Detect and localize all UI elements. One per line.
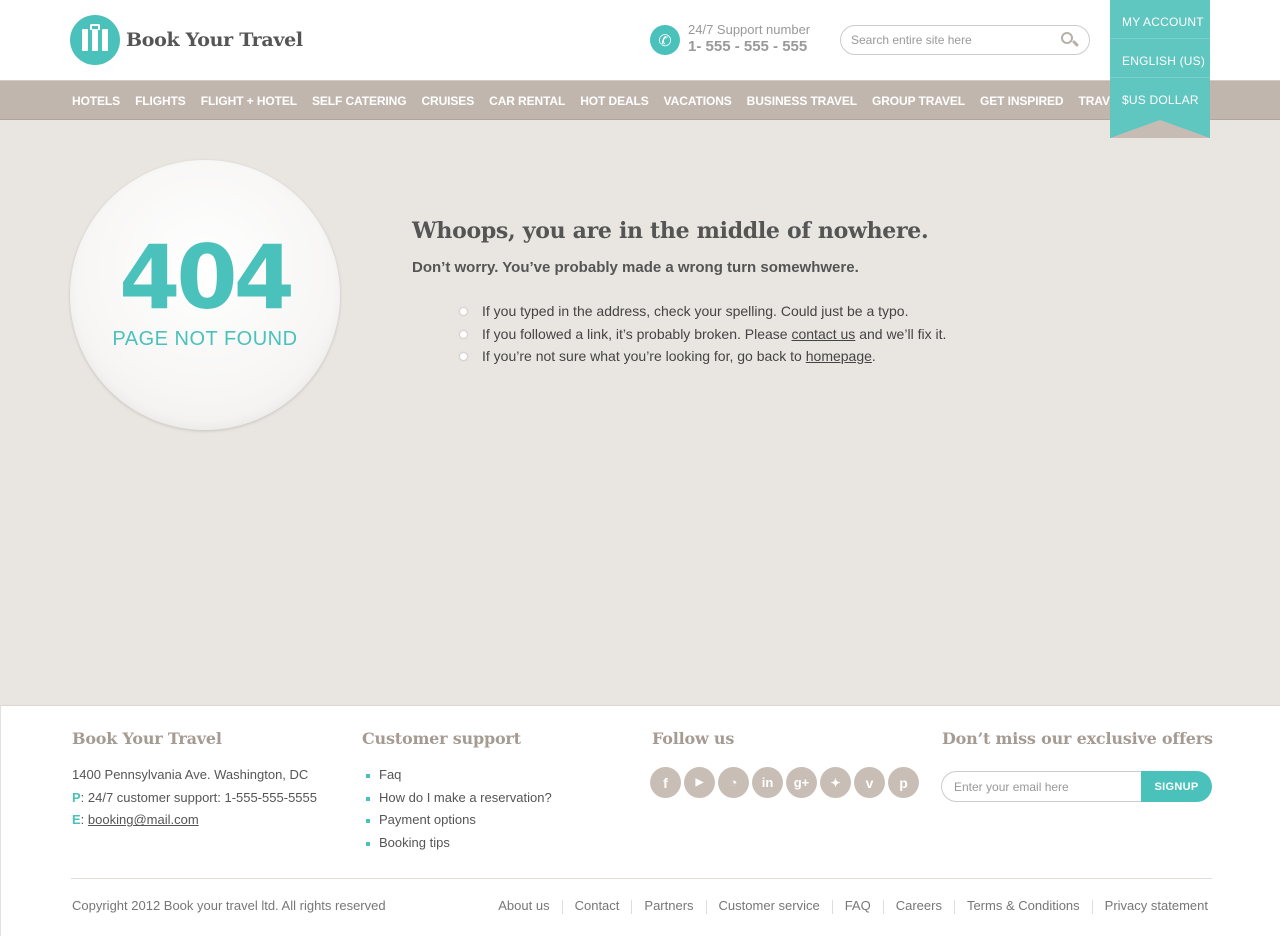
my-account-link[interactable]: MY ACCOUNT: [1110, 0, 1210, 39]
logo-text: Book Your Travel: [126, 29, 303, 51]
site-footer: Book Your Travel 1400 Pennsylvania Ave. …: [0, 705, 1280, 936]
signup-button[interactable]: SIGNUP: [1141, 771, 1212, 802]
pinterest-icon[interactable]: p: [888, 767, 919, 798]
site-header: Book Your Travel ✆ 24/7 Support number 1…: [0, 0, 1280, 80]
error-title: Whoops, you are in the middle of nowhere…: [412, 218, 929, 244]
error-badge: 404 PAGE NOT FOUND: [70, 160, 340, 430]
currency-selector[interactable]: $US DOLLAR: [1110, 78, 1210, 117]
footer-about: Book Your Travel 1400 Pennsylvania Ave. …: [72, 728, 317, 832]
nav-item-self-catering[interactable]: SELF CATERING: [312, 81, 407, 121]
footer-link-about[interactable]: About us: [498, 898, 549, 914]
copyright: Copyright 2012 Book your travel ltd. All…: [72, 898, 386, 913]
footer-link-terms[interactable]: Terms & Conditions: [967, 898, 1080, 914]
rss-icon[interactable]: ◔: [718, 767, 749, 798]
nav-item-flight-hotel[interactable]: FLIGHT + HOTEL: [201, 81, 297, 121]
contact-us-link[interactable]: contact us: [791, 326, 855, 342]
youtube-icon[interactable]: ▶: [684, 767, 715, 798]
bullet-icon: [460, 353, 467, 360]
nav-item-vacations[interactable]: VACATIONS: [664, 81, 732, 121]
logo[interactable]: Book Your Travel: [70, 15, 303, 65]
error-code: 404: [119, 226, 295, 329]
language-selector[interactable]: ENGLISH (US): [1110, 39, 1210, 78]
footer-offers: Don’t miss our exclusive offers: [942, 728, 1213, 750]
footer-links: About us Contact Partners Customer servi…: [498, 898, 1208, 914]
search-input[interactable]: [851, 31, 1051, 49]
footer-link-contact[interactable]: Contact: [575, 898, 620, 914]
error-subtitle: Don’t worry. You’ve probably made a wron…: [412, 259, 859, 276]
list-item: If you’re not sure what you’re looking f…: [460, 345, 1172, 368]
linkedin-icon[interactable]: in: [752, 767, 783, 798]
footer-link-booking-tips[interactable]: Booking tips: [362, 832, 552, 855]
footer-link-partners[interactable]: Partners: [644, 898, 693, 914]
list-item: If you followed a link, it’s probably br…: [460, 323, 1172, 346]
newsletter-email-input[interactable]: [941, 771, 1146, 802]
newsletter-form: SIGNUP: [941, 771, 1212, 802]
support-number: 1- 555 - 555 - 555: [688, 38, 808, 55]
footer-link-faq-bottom[interactable]: FAQ: [845, 898, 871, 914]
footer-link-customer-service[interactable]: Customer service: [719, 898, 820, 914]
footer-divider: [71, 878, 1212, 879]
footer-link-payment[interactable]: Payment options: [362, 809, 552, 832]
footer-link-careers[interactable]: Careers: [896, 898, 942, 914]
vimeo-icon[interactable]: v: [854, 767, 885, 798]
search-box: [840, 25, 1090, 55]
twitter-icon[interactable]: ✦: [820, 767, 851, 798]
nav-item-car-rental[interactable]: CAR RENTAL: [489, 81, 565, 121]
footer-link-privacy[interactable]: Privacy statement: [1105, 898, 1208, 914]
footer-support: Customer support Faq How do I make a res…: [362, 728, 552, 855]
suitcase-icon: [70, 15, 120, 65]
error-label: PAGE NOT FOUND: [112, 328, 298, 350]
nav-item-cruises[interactable]: CRUISES: [421, 81, 474, 121]
googleplus-icon[interactable]: g+: [786, 767, 817, 798]
nav-item-group-travel[interactable]: GROUP TRAVEL: [872, 81, 965, 121]
bullet-icon: [460, 330, 467, 338]
footer-support-title: Customer support: [362, 729, 521, 748]
nav-item-get-inspired[interactable]: GET INSPIRED: [980, 81, 1064, 121]
phone-icon: ✆: [650, 25, 680, 55]
footer-about-title: Book Your Travel: [72, 729, 222, 748]
footer-offers-title: Don’t miss our exclusive offers: [942, 729, 1213, 748]
footer-address: 1400 Pennsylvania Ave. Washington, DC: [72, 767, 309, 782]
list-item: If you typed in the address, check your …: [460, 300, 1172, 323]
bullet-icon: [460, 308, 467, 315]
nav-item-flights[interactable]: FLIGHTS: [135, 81, 186, 121]
nav-item-hot-deals[interactable]: HOT DEALS: [580, 81, 649, 121]
homepage-link[interactable]: homepage: [806, 348, 872, 364]
error-message: Whoops, you are in the middle of nowhere…: [412, 216, 1172, 368]
support-label: 24/7 Support number: [688, 22, 811, 37]
footer-follow-title: Follow us: [652, 729, 735, 748]
footer-follow: Follow us f ▶ ◔ in g+ ✦ v p: [650, 728, 922, 798]
main-nav: HOTELS FLIGHTS FLIGHT + HOTEL SELF CATER…: [0, 80, 1280, 120]
footer-email: E: booking@mail.com: [72, 812, 199, 828]
footer-link-reservation[interactable]: How do I make a reservation?: [362, 787, 552, 810]
footer-phone: P: 24/7 customer support: 1-555-555-5555: [72, 789, 317, 805]
nav-item-hotels[interactable]: HOTELS: [72, 81, 120, 121]
nav-item-business-travel[interactable]: BUSINESS TRAVEL: [747, 81, 857, 121]
email-link[interactable]: booking@mail.com: [88, 812, 199, 827]
account-menu: MY ACCOUNT ENGLISH (US) $US DOLLAR: [1110, 0, 1210, 138]
support-block: ✆ 24/7 Support number 1- 555 - 555 - 555: [650, 22, 810, 56]
footer-link-faq[interactable]: Faq: [362, 764, 552, 787]
error-tips: If you typed in the address, check your …: [460, 300, 1172, 368]
search-icon[interactable]: [1061, 32, 1080, 50]
facebook-icon[interactable]: f: [650, 767, 681, 798]
